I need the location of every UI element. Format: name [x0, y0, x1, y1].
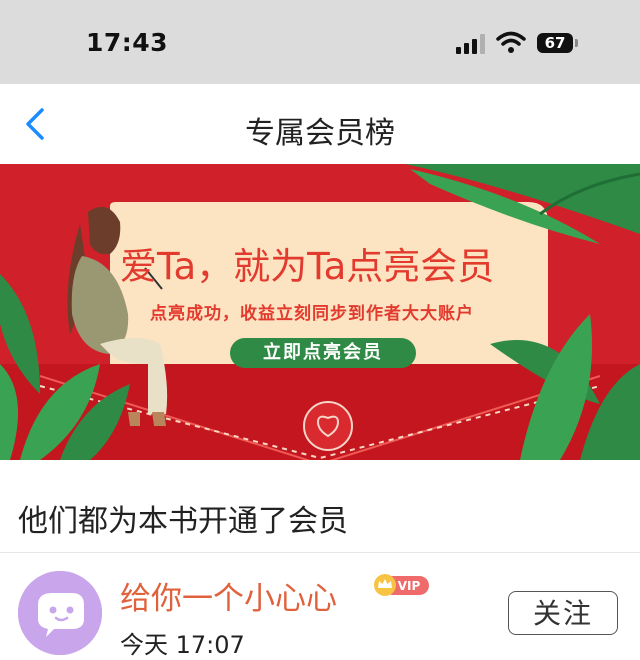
member-list-item[interactable]: 给你一个小心心 VIP 今天 17:07 关注 — [0, 553, 640, 659]
status-bar: 17:43 67 — [0, 0, 640, 84]
promo-banner[interactable]: 爱Ta，就为Ta点亮会员 点亮成功，收益立刻同步到作者大大账户 立即点亮会员 — [0, 164, 640, 460]
status-time: 17:43 — [86, 28, 169, 57]
battery-level: 67 — [544, 34, 566, 52]
member-name[interactable]: 给你一个小心心 — [120, 573, 337, 618]
chat-bubble-face-icon — [18, 571, 102, 655]
battery-tip — [575, 39, 578, 47]
vip-badge-label: VIP — [398, 579, 421, 593]
avatar[interactable] — [18, 571, 102, 655]
vip-crown-icon: VIP — [374, 574, 429, 596]
signal-icon — [456, 34, 488, 54]
battery-icon: 67 — [537, 33, 573, 53]
section-title: 他们都为本书开通了会员 — [18, 504, 348, 539]
follow-button[interactable]: 关注 — [508, 591, 618, 635]
nav-bar: 专属会员榜 — [0, 84, 640, 164]
wifi-icon — [496, 31, 526, 53]
banner-headline: 爱Ta，就为Ta点亮会员 — [120, 245, 495, 288]
page-title: 专属会员榜 — [245, 116, 395, 151]
light-up-membership-button[interactable]: 立即点亮会员 — [230, 338, 416, 368]
member-time: 今天 17:07 — [120, 631, 245, 659]
banner-subtext: 点亮成功，收益立刻同步到作者大大账户 — [150, 304, 474, 324]
